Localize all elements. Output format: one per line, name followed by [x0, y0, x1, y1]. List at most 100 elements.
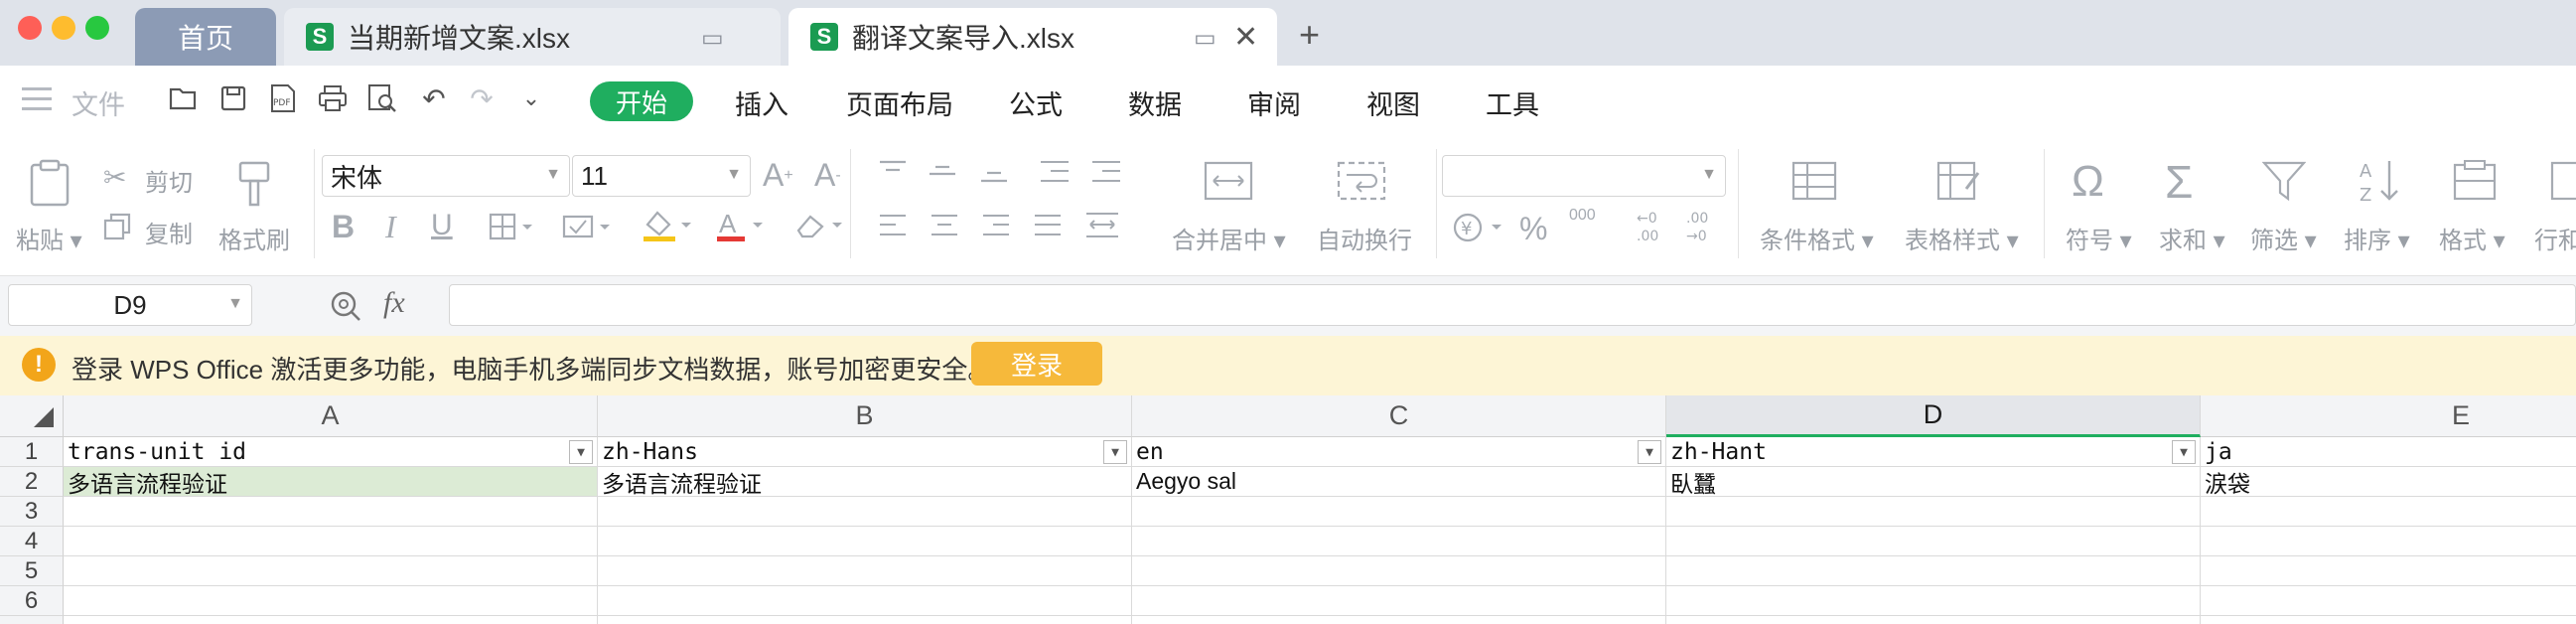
tab-home[interactable]: 首页 — [135, 8, 276, 66]
paste-button[interactable]: 粘贴 ▾ — [16, 221, 82, 255]
filter-dropdown-icon[interactable]: ▼ — [1103, 440, 1127, 464]
cut-button[interactable]: 剪切 — [145, 163, 193, 198]
insert-function-icon[interactable]: fx — [383, 286, 405, 320]
filter-dropdown-icon[interactable]: ▼ — [1638, 440, 1661, 464]
border-icon[interactable] — [489, 213, 536, 245]
merge-center-button[interactable]: 合并居中 ▾ — [1172, 221, 1286, 255]
paste-icon[interactable] — [28, 159, 72, 212]
menu-data[interactable]: 数据 — [1128, 83, 1182, 122]
sort-button[interactable]: 排序 ▾ — [2344, 221, 2410, 255]
underline-icon[interactable]: U — [431, 209, 453, 242]
row-header-3[interactable]: 3 — [0, 497, 64, 527]
copy-button[interactable]: 复制 — [145, 215, 193, 249]
close-window-button[interactable] — [18, 16, 42, 40]
column-header-e[interactable]: E — [2201, 395, 2576, 437]
zoom-search-icon[interactable] — [330, 290, 363, 327]
table-style-icon[interactable] — [1936, 159, 1982, 208]
new-tab-button[interactable]: + — [1299, 14, 1320, 56]
row-header-2[interactable]: 2 — [0, 467, 64, 497]
tab-doc-current-period[interactable]: S 当期新增文案.xlsx ▭ — [284, 8, 781, 66]
format-painter-button[interactable]: 格式刷 — [218, 221, 290, 255]
sum-icon[interactable]: Σ — [2165, 155, 2193, 209]
clear-format-icon[interactable] — [794, 211, 848, 245]
menu-start[interactable]: 开始 — [590, 81, 693, 121]
column-header-d[interactable]: D — [1666, 395, 2201, 437]
menu-formula[interactable]: 公式 — [1009, 83, 1063, 122]
filter-dropdown-icon[interactable]: ▼ — [2172, 440, 2196, 464]
cell-style-icon[interactable] — [562, 213, 614, 245]
format-button[interactable]: 格式 ▾ — [2439, 221, 2505, 255]
cut-icon[interactable]: ✂ — [103, 161, 126, 194]
align-bottom-icon[interactable] — [979, 159, 1009, 188]
cell-e2[interactable]: 涙袋 — [2201, 467, 2576, 497]
percent-icon[interactable]: % — [1519, 211, 1547, 247]
row-header-7[interactable] — [0, 616, 64, 624]
currency-icon[interactable]: ¥ — [1452, 211, 1511, 249]
menu-view[interactable]: 视图 — [1366, 83, 1420, 122]
bold-icon[interactable]: B — [332, 209, 355, 245]
filter-button[interactable]: 筛选 ▾ — [2250, 221, 2317, 255]
merge-center-icon[interactable] — [1204, 159, 1253, 208]
cell-a1[interactable]: trans-unit id ▼ — [64, 437, 598, 467]
decrease-decimal-icon[interactable]: .00 →0 — [1682, 209, 1722, 249]
name-box[interactable]: D9 ▼ — [8, 284, 252, 326]
filter-icon[interactable] — [2261, 159, 2307, 208]
cell-c2[interactable]: Aegyo sal — [1132, 467, 1666, 497]
menu-insert[interactable]: 插入 — [735, 83, 788, 122]
font-color-icon[interactable]: A — [715, 209, 769, 247]
cell-d1[interactable]: zh-Hant ▼ — [1666, 437, 2201, 467]
justify-icon[interactable] — [1033, 213, 1063, 243]
increase-font-icon[interactable]: A + — [763, 157, 793, 194]
quick-access-dropdown-icon[interactable]: ⌄ — [514, 81, 548, 115]
symbol-button[interactable]: 符号 ▾ — [2066, 221, 2132, 255]
export-pdf-icon[interactable]: PDF — [266, 81, 300, 115]
menu-page-layout[interactable]: 页面布局 — [846, 83, 953, 122]
cell-a2[interactable]: 多语言流程验证 — [64, 467, 598, 497]
format-painter-icon[interactable] — [234, 159, 274, 214]
cell-d2[interactable]: 臥蠶 — [1666, 467, 2201, 497]
table-style-button[interactable]: 表格样式 ▾ — [1905, 221, 2019, 255]
symbol-icon[interactable]: Ω — [2072, 157, 2104, 207]
select-all-corner[interactable] — [0, 395, 64, 437]
align-left-icon[interactable] — [878, 213, 908, 243]
formula-input[interactable] — [449, 284, 2576, 326]
empty-cells-area[interactable] — [64, 497, 2576, 624]
login-button[interactable]: 登录 — [971, 342, 1102, 386]
decrease-indent-icon[interactable] — [1039, 159, 1071, 190]
align-right-icon[interactable] — [981, 213, 1011, 243]
menu-tools[interactable]: 工具 — [1486, 83, 1539, 122]
menu-review[interactable]: 审阅 — [1247, 83, 1301, 122]
decrease-font-icon[interactable]: A- — [814, 157, 841, 194]
row-col-icon[interactable] — [2550, 159, 2576, 208]
menu-file[interactable]: 文件 — [72, 83, 125, 122]
print-icon[interactable] — [316, 81, 350, 115]
column-header-b[interactable]: B — [598, 395, 1132, 437]
wrap-text-icon[interactable] — [1337, 159, 1386, 208]
cell-b2[interactable]: 多语言流程验证 — [598, 467, 1132, 497]
sum-button[interactable]: 求和 ▾ — [2159, 221, 2225, 255]
close-tab-icon[interactable]: ✕ — [1233, 20, 1258, 55]
italic-icon[interactable]: I — [385, 209, 396, 245]
open-folder-icon[interactable] — [167, 81, 201, 115]
undo-icon[interactable]: ↶ — [417, 81, 451, 115]
cell-c1[interactable]: en ▼ — [1132, 437, 1666, 467]
hamburger-menu-icon[interactable] — [22, 87, 52, 110]
align-top-icon[interactable] — [878, 159, 908, 188]
row-header-1[interactable]: 1 — [0, 437, 64, 467]
copy-icon[interactable] — [103, 213, 131, 240]
print-preview-icon[interactable] — [365, 81, 399, 115]
save-icon[interactable] — [216, 81, 250, 115]
align-center-icon[interactable] — [930, 213, 959, 243]
increase-decimal-icon[interactable]: ←0.00 — [1633, 209, 1672, 249]
conditional-format-button[interactable]: 条件格式 ▾ — [1760, 221, 1874, 255]
cell-b1[interactable]: zh-Hans ▼ — [598, 437, 1132, 467]
format-icon[interactable] — [2453, 159, 2497, 208]
font-name-select[interactable]: 宋体 ▼ — [322, 155, 570, 197]
cell-e1[interactable]: ja — [2201, 437, 2576, 467]
number-format-select[interactable]: ▼ — [1442, 155, 1726, 197]
filter-dropdown-icon[interactable]: ▼ — [569, 440, 593, 464]
row-col-button[interactable]: 行和 — [2534, 221, 2576, 255]
wrap-text-button[interactable]: 自动换行 — [1317, 221, 1412, 255]
redo-icon[interactable]: ↷ — [465, 81, 499, 115]
column-header-a[interactable]: A — [64, 395, 598, 437]
